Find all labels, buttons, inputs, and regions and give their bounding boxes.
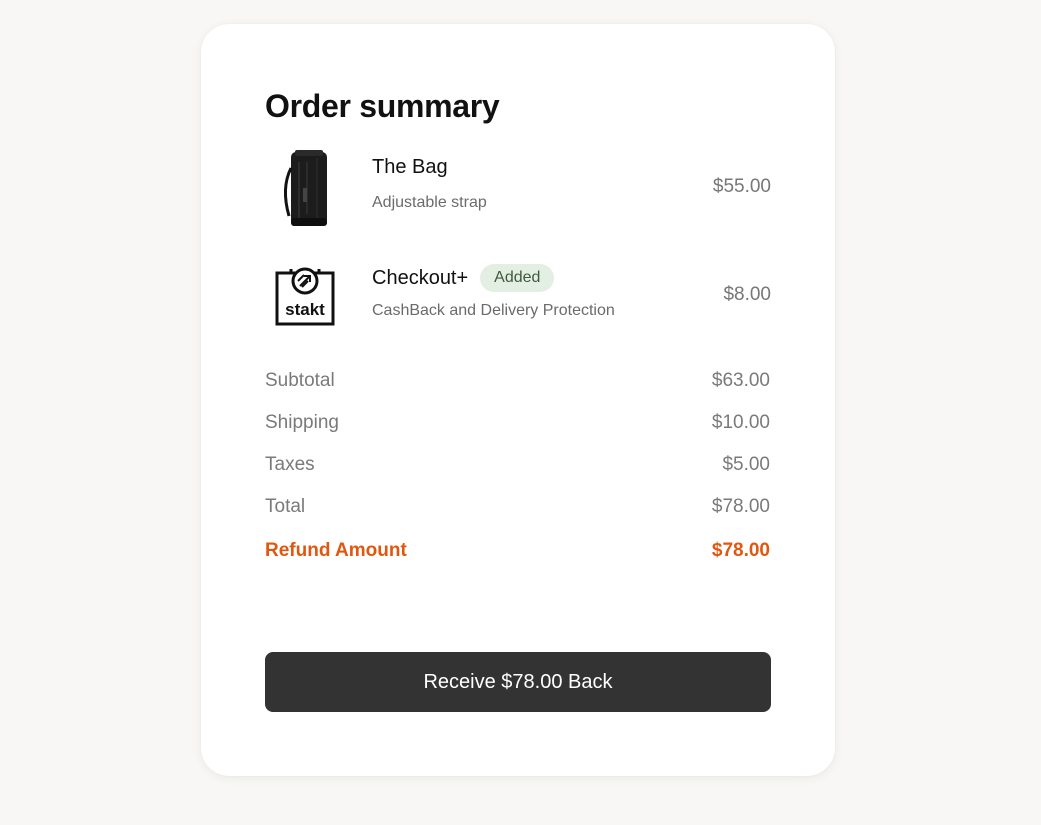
page-title: Order summary <box>265 88 500 124</box>
item-name: The Bag <box>372 156 448 178</box>
refund-value: $78.00 <box>711 540 770 561</box>
refund-amount-row: Refund Amount $78.00 <box>265 528 770 574</box>
item-price: $55.00 <box>712 176 771 197</box>
bag-thumbnail <box>265 148 345 228</box>
receive-refund-button[interactable]: Receive $78.00 Back <box>265 652 771 712</box>
svg-text:stakt: stakt <box>285 300 325 319</box>
item-price: $8.00 <box>723 284 771 305</box>
stakt-logo-icon: stakt <box>275 267 335 326</box>
row-value: $78.00 <box>711 496 770 517</box>
order-summary-card: Order summary The Bag Adjustable strap $… <box>201 24 835 776</box>
item-name: Checkout+ <box>372 266 469 289</box>
row-label: Taxes <box>265 454 315 475</box>
bag-icon <box>284 150 327 226</box>
checkout-plus-thumbnail: stakt <box>265 256 345 336</box>
row-label: Total <box>265 496 306 517</box>
total-row: Total $78.00 <box>265 486 770 528</box>
row-value: $10.00 <box>711 412 770 433</box>
item-name-row: The Bag <box>372 156 448 179</box>
order-item: stakt Checkout+ Added CashBack and Deliv… <box>265 256 771 336</box>
row-label: Subtotal <box>265 370 335 391</box>
order-item: The Bag Adjustable strap $55.00 <box>265 148 771 228</box>
item-description: CashBack and Delivery Protection <box>372 302 615 319</box>
item-name-row: Checkout+ Added <box>372 264 555 292</box>
shipping-row: Shipping $10.00 <box>265 402 770 444</box>
totals-list: Subtotal $63.00 Shipping $10.00 Taxes $5… <box>265 360 770 574</box>
row-label: Shipping <box>265 412 339 433</box>
item-description: Adjustable strap <box>372 194 487 211</box>
row-value: $63.00 <box>711 370 770 391</box>
added-badge: Added <box>480 264 555 292</box>
row-value: $5.00 <box>722 454 770 475</box>
taxes-row: Taxes $5.00 <box>265 444 770 486</box>
subtotal-row: Subtotal $63.00 <box>265 360 770 402</box>
refund-label: Refund Amount <box>265 540 407 561</box>
